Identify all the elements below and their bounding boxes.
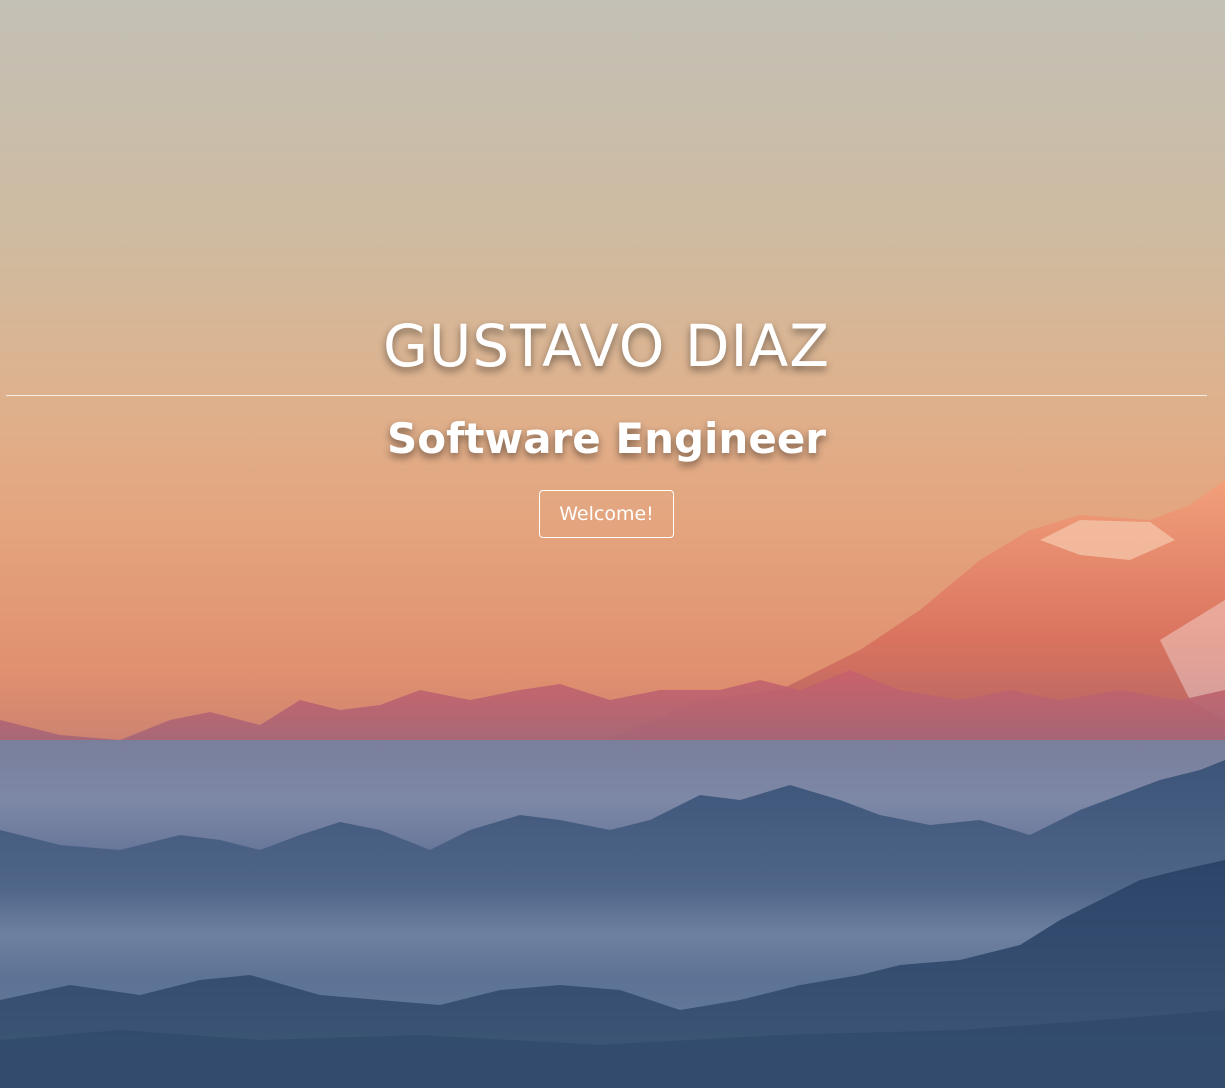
hero-role-subtitle: Software Engineer (386, 414, 827, 463)
welcome-button[interactable]: Welcome! (539, 490, 674, 538)
hero-content: GUSTAVO DIAZ Software Engineer Welcome! (0, 0, 1225, 1088)
hero-divider (6, 395, 1207, 396)
hero-name-heading: GUSTAVO DIAZ (382, 312, 831, 380)
hero-section: GUSTAVO DIAZ Software Engineer Welcome! (0, 0, 1225, 1088)
